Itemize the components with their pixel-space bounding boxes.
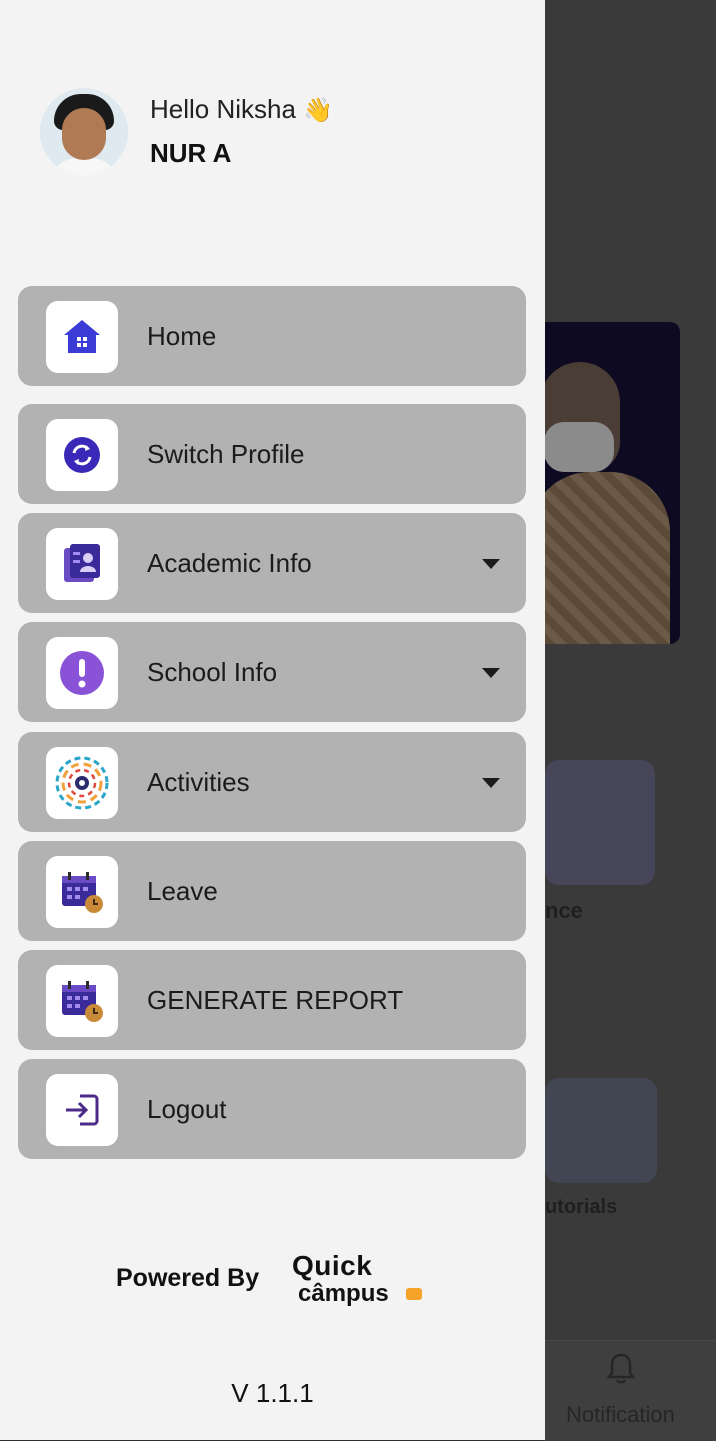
app-version: V 1.1.1 xyxy=(231,1378,314,1408)
background-label-tutorials: utorials xyxy=(545,1196,618,1218)
chevron-down-icon[interactable] xyxy=(482,778,500,788)
bell-icon xyxy=(606,1353,636,1384)
background-notification-label: Notification xyxy=(566,1402,675,1427)
menu-item-label: Academic Info xyxy=(147,548,312,578)
menu-item-label: Home xyxy=(147,321,217,351)
background-banner xyxy=(530,322,680,644)
switch-profile-icon xyxy=(64,437,100,473)
menu-item-label: GENERATE REPORT xyxy=(147,985,404,1015)
logo-line-1: Quick xyxy=(292,1250,373,1281)
logout-icon xyxy=(66,1094,99,1126)
background-attendance-card xyxy=(545,760,655,885)
calendar-clock-icon xyxy=(62,872,103,913)
menu-item-switch-profile[interactable]: Switch Profile xyxy=(18,404,526,504)
greeting: Hello Niksha 👋 xyxy=(150,94,333,125)
powered-by-text: Powered By xyxy=(116,1264,260,1292)
menu-item-academic-info[interactable]: Academic Info xyxy=(18,513,526,613)
menu-item-generate-report[interactable]: GENERATE REPORT xyxy=(18,950,526,1050)
menu-item-label: Activities xyxy=(147,767,250,797)
greeting-text: Hello Niksha xyxy=(150,94,296,124)
menu-item-school-info[interactable]: School Info xyxy=(18,622,526,722)
menu-item-label: Leave xyxy=(147,876,218,906)
calendar-clock-icon xyxy=(62,981,103,1022)
waving-hand-icon: 👋 xyxy=(303,97,334,124)
menu-item-label: Switch Profile xyxy=(147,439,305,469)
chevron-down-icon[interactable] xyxy=(482,559,500,569)
avatar xyxy=(40,88,128,176)
navigation-drawer: Hello Niksha 👋 NUR A Home Switch Profile… xyxy=(0,0,545,1440)
menu-item-label: Logout xyxy=(147,1094,227,1124)
menu-item-label: School Info xyxy=(147,657,278,687)
academic-info-icon xyxy=(64,544,100,582)
background-tutorials-card xyxy=(545,1078,657,1183)
chevron-down-icon[interactable] xyxy=(482,668,500,678)
menu-item-logout[interactable]: Logout xyxy=(18,1059,526,1159)
quick-campus-logo: Quick câmpus xyxy=(290,1250,430,1310)
student-class: NUR A xyxy=(150,138,232,168)
background-label-attendance: nce xyxy=(545,898,583,923)
menu-item-leave[interactable]: Leave xyxy=(18,841,526,941)
home-icon xyxy=(64,320,100,353)
menu-item-activities[interactable]: Activities xyxy=(18,732,526,832)
info-icon xyxy=(60,651,104,695)
logo-tag xyxy=(406,1288,422,1300)
menu-item-home[interactable]: Home xyxy=(18,286,526,386)
logo-line-2: câmpus xyxy=(298,1280,389,1307)
activities-icon xyxy=(55,756,109,810)
